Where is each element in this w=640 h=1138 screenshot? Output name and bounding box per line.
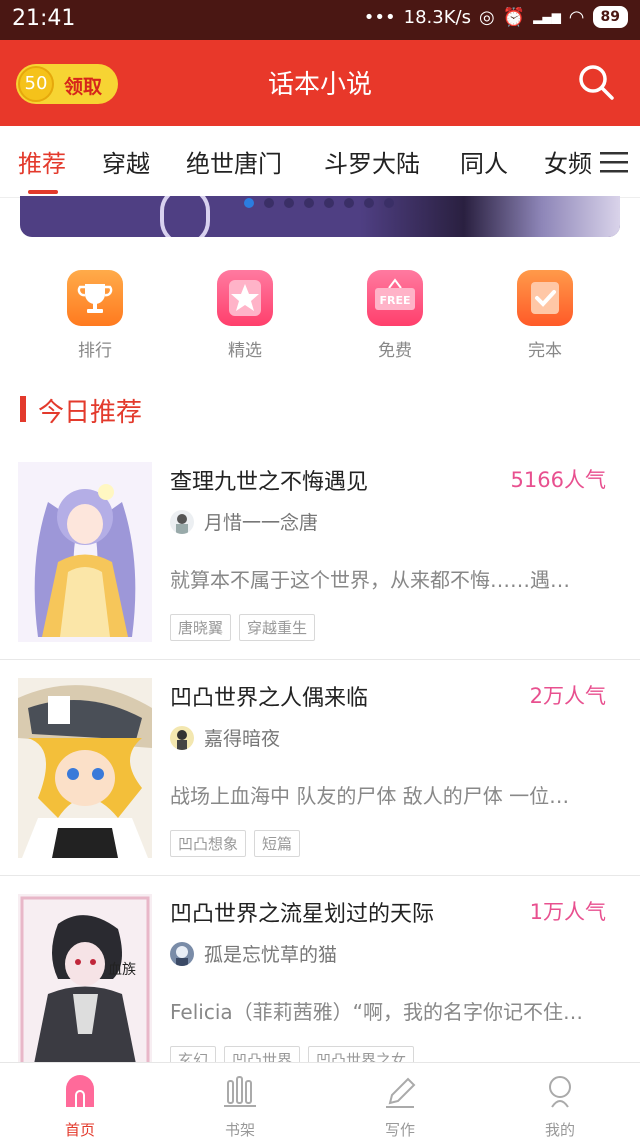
bookshelf-icon: [224, 1076, 256, 1107]
book-description: 就算本不属于这个世界，从来都不悔……遇…: [170, 568, 570, 592]
banner-clip-art: [160, 196, 210, 237]
book-tag[interactable]: 凹凸世界之女: [308, 1046, 415, 1062]
avatar: [170, 726, 194, 750]
book-item[interactable]: 血族 凹凸世界之流星划过的天际 1万人气 孤是忘忧草的猫 Felicia（菲莉茜…: [0, 876, 640, 1062]
book-popularity: 1万人气: [529, 900, 606, 924]
home-icon: [66, 1075, 94, 1107]
nav-write-label: 写作: [384, 1121, 415, 1138]
book-item[interactable]: 凹凸世界之人偶来临 2万人气 嘉得暗夜 战场上血海中 队友的尸体 敌人的尸体 一…: [0, 660, 640, 876]
active-tab-indicator: [28, 190, 58, 194]
carousel-dots: [244, 198, 394, 208]
book-cover: 血族: [18, 894, 152, 1062]
book-author: 嘉得暗夜: [204, 728, 281, 750]
nav-profile[interactable]: 我的: [480, 1071, 640, 1138]
book-popularity: 5166人气: [510, 468, 606, 492]
network-speed: 18.3K/s: [403, 6, 471, 28]
status-bar: 21:41 ••• 18.3K/s ◎ ⏰ ▂▄▆ ◠ 89: [0, 0, 640, 40]
carousel-dot: [284, 198, 294, 208]
bottom-nav: 首页 书架 写作 我的: [0, 1062, 640, 1138]
search-icon[interactable]: [576, 62, 616, 102]
book-description: Felicia（菲莉茜雅）“啊，我的名字你记不住…: [170, 1000, 583, 1024]
banner-carousel[interactable]: [20, 196, 620, 237]
free-sign-icon: FREE: [367, 270, 423, 326]
avatar: [170, 942, 194, 966]
status-time: 21:41: [12, 6, 76, 31]
trophy-icon: [67, 270, 123, 326]
nav-home-label: 首页: [64, 1121, 95, 1138]
avatar: [170, 510, 194, 534]
quick-free-label: 免费: [378, 341, 412, 361]
star-icon: [217, 270, 273, 326]
book-title: 查理九世之不悔遇见: [170, 470, 369, 495]
menu-icon[interactable]: [600, 150, 628, 174]
quick-free[interactable]: FREE 免费: [345, 270, 445, 361]
book-tag[interactable]: 凹凸世界: [224, 1046, 301, 1062]
battery-icon: 89: [592, 6, 628, 28]
book-tag[interactable]: 短篇: [254, 830, 301, 857]
carousel-dot: [384, 198, 394, 208]
quick-completed-label: 完本: [528, 341, 562, 361]
wifi-icon: ◠: [568, 6, 585, 28]
tab-female[interactable]: 女频: [544, 144, 592, 179]
profile-icon: [549, 1076, 571, 1108]
book-tag[interactable]: 凹凸想象: [170, 830, 247, 857]
app-header: 50 领取 话本小说: [0, 40, 640, 126]
book-tags: 凹凸想象 短篇: [170, 830, 301, 857]
nav-write[interactable]: 写作: [320, 1071, 480, 1138]
carousel-dot: [324, 198, 334, 208]
completed-check-icon: [517, 270, 573, 326]
quick-featured[interactable]: 精选: [195, 270, 295, 361]
book-popularity: 2万人气: [529, 684, 606, 708]
carousel-dot: [364, 198, 374, 208]
carousel-dot: [244, 198, 254, 208]
carousel-dot: [344, 198, 354, 208]
category-tabs: 推荐 穿越 绝世唐门 斗罗大陆 同人 女频: [0, 126, 640, 198]
tab-recommend[interactable]: 推荐: [18, 144, 66, 179]
banner-image: [360, 196, 620, 237]
book-cover: [18, 462, 152, 642]
book-tag[interactable]: 穿越重生: [239, 614, 316, 641]
tab-juexi-tangmen[interactable]: 绝世唐门: [186, 144, 282, 179]
tab-time-travel[interactable]: 穿越: [102, 144, 150, 179]
book-description: 战场上血海中 队友的尸体 敌人的尸体 一位…: [170, 784, 570, 808]
book-title: 凹凸世界之流星划过的天际: [170, 902, 435, 927]
hotspot-icon: ◎: [478, 6, 495, 28]
section-marker: [20, 396, 26, 422]
book-tag[interactable]: 玄幻: [170, 1046, 217, 1062]
section-title: 今日推荐: [38, 398, 143, 428]
book-author: 月惜一一念唐: [204, 512, 319, 534]
pen-icon: [386, 1077, 416, 1108]
alarm-icon: ⏰: [502, 6, 526, 28]
book-author: 孤是忘忧草的猫: [204, 944, 338, 966]
quick-featured-label: 精选: [228, 341, 262, 361]
tab-douluo-dalu[interactable]: 斗罗大陆: [324, 144, 420, 179]
tab-fan-fiction[interactable]: 同人: [460, 144, 508, 179]
status-icons: ••• 18.3K/s ◎ ⏰ ▂▄▆ ◠ 89: [364, 6, 628, 28]
carousel-dot: [264, 198, 274, 208]
dots-icon: •••: [363, 6, 396, 28]
page-title: 话本小说: [267, 70, 372, 100]
book-tags: 唐晓翼 穿越重生: [170, 614, 316, 641]
quick-ranking[interactable]: 排行: [45, 270, 145, 361]
nav-bookshelf-label: 书架: [224, 1121, 255, 1138]
nav-profile-label: 我的: [544, 1121, 575, 1138]
book-tags: 玄幻 凹凸世界 凹凸世界之女: [170, 1046, 415, 1062]
nav-bookshelf[interactable]: 书架: [160, 1071, 320, 1138]
book-item[interactable]: 查理九世之不悔遇见 5166人气 月惜一一念唐 就算本不属于这个世界，从来都不悔…: [0, 444, 640, 660]
book-tag[interactable]: 唐晓翼: [170, 614, 232, 641]
carousel-dot: [304, 198, 314, 208]
quick-completed[interactable]: 完本: [495, 270, 595, 361]
svg-text:血族: 血族: [108, 962, 136, 978]
book-cover: [18, 678, 152, 858]
quick-ranking-label: 排行: [78, 341, 112, 361]
free-badge-text: FREE: [379, 294, 410, 307]
book-title: 凹凸世界之人偶来临: [170, 686, 369, 711]
nav-home[interactable]: 首页: [0, 1071, 160, 1138]
signal-icon: ▂▄▆: [533, 10, 561, 24]
